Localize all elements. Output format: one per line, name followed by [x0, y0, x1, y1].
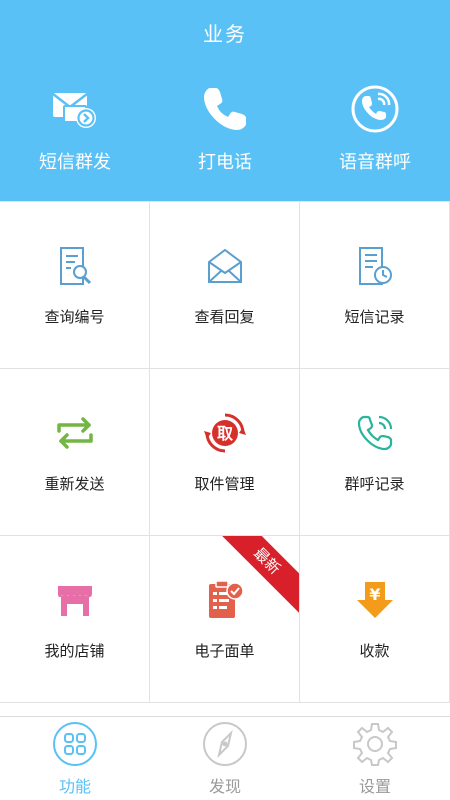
page-title: 业务	[203, 22, 247, 46]
gear-icon	[353, 723, 397, 766]
tab-functions-label: 功能	[58, 777, 91, 796]
currency-glyph: ¥	[369, 585, 380, 604]
my-shop-cell[interactable]: 我的店铺	[0, 536, 150, 703]
phone-icon	[204, 88, 246, 130]
bottom-tab-bar: 功能 发现 设置	[0, 716, 450, 800]
resend-label: 重新发送	[44, 475, 105, 493]
voice-broadcast-label: 语音群呼	[339, 152, 411, 173]
sms-broadcast-icon	[52, 93, 96, 128]
e-waybill-label: 电子面单	[194, 642, 255, 660]
tab-functions[interactable]: 功能	[0, 717, 150, 800]
open-envelope-icon	[207, 248, 242, 283]
phone-call-label: 打电话	[198, 152, 252, 173]
query-number-label: 查询编号	[44, 308, 105, 326]
feature-grid: 查询编号 查看回复 短信记录 重新发送 取 取件管理 群呼记录 我的店铺 最新 …	[0, 201, 450, 716]
sms-broadcast-label: 短信群发	[39, 152, 111, 173]
tab-discover-label: 发现	[208, 777, 241, 796]
payment-label: 收款	[359, 642, 390, 660]
call-record-icon	[357, 415, 392, 451]
phone-call-button[interactable]: 打电话	[150, 84, 300, 184]
call-record-cell[interactable]: 群呼记录	[300, 369, 450, 536]
sms-broadcast-button[interactable]: 短信群发	[0, 84, 150, 184]
e-waybill-icon	[208, 580, 244, 618]
sms-record-label: 短信记录	[344, 308, 405, 326]
my-shop-label: 我的店铺	[44, 642, 105, 660]
header: 业务 短信群发 打电话 语音群呼	[0, 0, 450, 201]
sms-record-icon	[358, 247, 392, 285]
tab-discover[interactable]: 发现	[150, 717, 300, 800]
voice-call-icon	[351, 85, 399, 133]
sms-record-cell[interactable]: 短信记录	[300, 202, 450, 369]
tab-settings-label: 设置	[358, 777, 391, 796]
view-reply-label: 查看回复	[194, 308, 255, 326]
voice-broadcast-button[interactable]: 语音群呼	[300, 84, 450, 184]
pickup-glyph: 取	[216, 424, 232, 443]
resend-arrows-icon	[56, 417, 93, 449]
grid-apps-icon	[53, 722, 97, 766]
pickup-management-cell[interactable]: 取 取件管理	[150, 369, 300, 536]
call-record-label: 群呼记录	[344, 475, 405, 493]
shop-icon	[57, 586, 92, 616]
e-waybill-cell[interactable]: 最新 电子面单	[150, 536, 300, 703]
pickup-icon: 取	[203, 413, 246, 453]
payment-cell[interactable]: ¥ 收款	[300, 536, 450, 703]
query-number-cell[interactable]: 查询编号	[0, 202, 150, 369]
tab-settings[interactable]: 设置	[300, 717, 450, 800]
view-reply-cell[interactable]: 查看回复	[150, 202, 300, 369]
search-document-icon	[59, 247, 91, 285]
pickup-management-label: 取件管理	[194, 475, 255, 493]
resend-cell[interactable]: 重新发送	[0, 369, 150, 536]
payment-icon: ¥	[356, 582, 393, 618]
compass-icon	[203, 722, 247, 766]
